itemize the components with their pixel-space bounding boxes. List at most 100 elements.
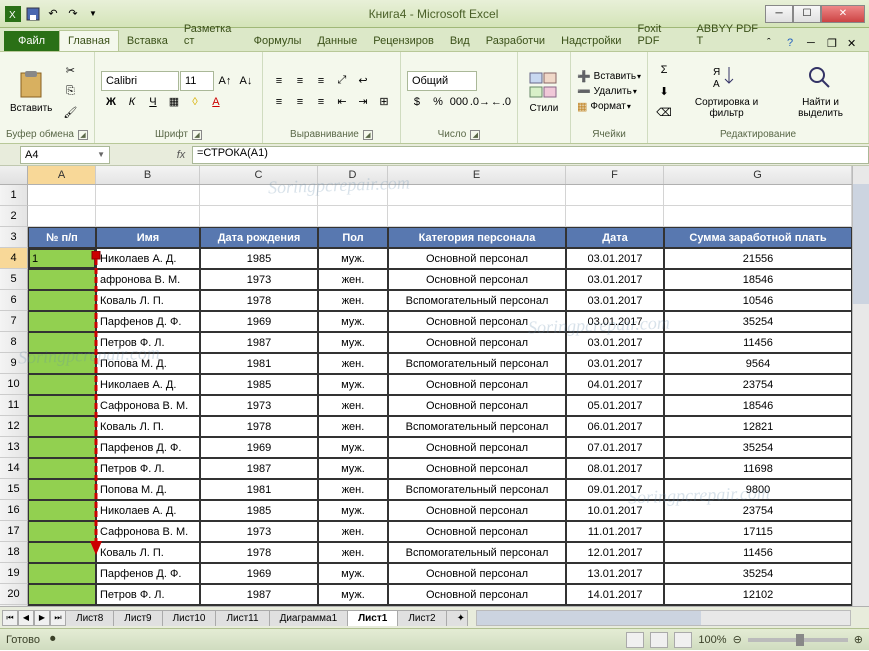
cell[interactable]: Основной персонал: [388, 500, 566, 521]
shrink-font-icon[interactable]: A↓: [236, 71, 256, 91]
cell[interactable]: [318, 185, 388, 206]
cell[interactable]: [28, 416, 96, 437]
cell[interactable]: [200, 206, 318, 227]
font-color-icon[interactable]: A: [206, 92, 226, 112]
currency-icon[interactable]: $: [407, 92, 427, 112]
workbook-minimize-icon[interactable]: ─: [807, 37, 821, 51]
cell[interactable]: [28, 332, 96, 353]
cell[interactable]: 03.01.2017: [566, 248, 664, 269]
sheet-tab[interactable]: Лист2: [397, 610, 446, 626]
cell[interactable]: афронова В. М.: [96, 269, 200, 290]
number-launcher[interactable]: ◢: [470, 130, 480, 140]
cell[interactable]: Основной персонал: [388, 248, 566, 269]
sheet-nav-next[interactable]: ▶: [34, 610, 50, 626]
cell[interactable]: 23754: [664, 500, 852, 521]
row-header[interactable]: 17: [0, 521, 28, 542]
cell[interactable]: Сафронова В. М.: [96, 395, 200, 416]
cell[interactable]: [28, 353, 96, 374]
cell[interactable]: 1973: [200, 395, 318, 416]
cell[interactable]: 1981: [200, 605, 318, 606]
cell[interactable]: 18546: [664, 269, 852, 290]
cell[interactable]: Вспомогательный персонал: [388, 290, 566, 311]
cell[interactable]: № п/п: [28, 227, 96, 248]
cell[interactable]: Попова М. Д.: [96, 605, 200, 606]
format-painter-icon[interactable]: 🖌: [60, 102, 80, 122]
vertical-scrollbar[interactable]: [852, 166, 869, 606]
undo-icon[interactable]: ↶: [44, 5, 62, 23]
styles-button[interactable]: Стили: [524, 67, 564, 116]
row-header[interactable]: 4: [0, 248, 28, 269]
cell[interactable]: Основной персонал: [388, 458, 566, 479]
copy-icon[interactable]: ⎘: [60, 81, 80, 101]
cell[interactable]: Основной персонал: [388, 374, 566, 395]
font-name-combo[interactable]: Calibri: [101, 71, 179, 91]
cell[interactable]: [566, 206, 664, 227]
cell[interactable]: 10.01.2017: [566, 500, 664, 521]
cell[interactable]: 09.01.2017: [566, 479, 664, 500]
row-header[interactable]: 2: [0, 206, 28, 227]
fill-icon[interactable]: ⬇: [654, 81, 674, 101]
border-icon[interactable]: ▦: [164, 92, 184, 112]
row-header[interactable]: 1: [0, 185, 28, 206]
cell[interactable]: 1981: [200, 353, 318, 374]
cell[interactable]: 18546: [664, 395, 852, 416]
cell[interactable]: [28, 542, 96, 563]
grow-font-icon[interactable]: A↑: [215, 71, 235, 91]
cell[interactable]: 9564: [664, 353, 852, 374]
align-center-icon[interactable]: ≡: [290, 92, 310, 112]
close-button[interactable]: ✕: [821, 5, 865, 23]
cell[interactable]: [28, 290, 96, 311]
cell[interactable]: 11.01.2017: [566, 521, 664, 542]
cell[interactable]: 08.01.2017: [566, 458, 664, 479]
cell[interactable]: Парфенов Д. Ф.: [96, 437, 200, 458]
cell[interactable]: 05.01.2017: [566, 395, 664, 416]
cell[interactable]: 35254: [664, 437, 852, 458]
cell[interactable]: Парфенов Д. Ф.: [96, 311, 200, 332]
cell[interactable]: [664, 206, 852, 227]
increase-indent-icon[interactable]: ⇥: [353, 92, 373, 112]
cell[interactable]: Николаев А. Д.: [96, 248, 200, 269]
cell[interactable]: 1969: [200, 311, 318, 332]
cell[interactable]: Сафронова В. М.: [96, 521, 200, 542]
horizontal-scrollbar[interactable]: [476, 610, 851, 626]
sheet-nav-last[interactable]: ⏭: [50, 610, 66, 626]
cell[interactable]: жен.: [318, 395, 388, 416]
row-header[interactable]: 13: [0, 437, 28, 458]
cell[interactable]: Основной персонал: [388, 311, 566, 332]
cell[interactable]: [28, 500, 96, 521]
row-header[interactable]: 14: [0, 458, 28, 479]
cell[interactable]: муж.: [318, 248, 388, 269]
clear-icon[interactable]: ⌫: [654, 102, 674, 122]
cell[interactable]: [318, 206, 388, 227]
row-header[interactable]: 15: [0, 479, 28, 500]
view-pagelayout-icon[interactable]: [650, 632, 668, 648]
row-header[interactable]: 12: [0, 416, 28, 437]
cell[interactable]: [566, 185, 664, 206]
fill-color-icon[interactable]: ◊: [185, 92, 205, 112]
cell[interactable]: Основной персонал: [388, 437, 566, 458]
cell[interactable]: [28, 479, 96, 500]
cell[interactable]: муж.: [318, 458, 388, 479]
cell[interactable]: Основной персонал: [388, 332, 566, 353]
underline-icon[interactable]: Ч: [143, 92, 163, 112]
percent-icon[interactable]: %: [428, 92, 448, 112]
cell[interactable]: [388, 206, 566, 227]
maximize-button[interactable]: ☐: [793, 5, 821, 23]
merge-icon[interactable]: ⊞: [374, 92, 394, 112]
new-sheet-button[interactable]: ✦: [446, 610, 468, 626]
row-header[interactable]: 16: [0, 500, 28, 521]
cell[interactable]: 9800: [664, 479, 852, 500]
workbook-close-icon[interactable]: ✕: [847, 37, 861, 51]
cell[interactable]: [28, 521, 96, 542]
cell[interactable]: Основной персонал: [388, 563, 566, 584]
font-size-combo[interactable]: 11: [180, 71, 214, 91]
cell[interactable]: Петров Ф. Л.: [96, 458, 200, 479]
redo-icon[interactable]: ↷: [64, 5, 82, 23]
row-header[interactable]: 9: [0, 353, 28, 374]
cell[interactable]: [664, 185, 852, 206]
row-header[interactable]: 8: [0, 332, 28, 353]
cell[interactable]: 11456: [664, 332, 852, 353]
cell[interactable]: Основной персонал: [388, 269, 566, 290]
cell[interactable]: 04.01.2017: [566, 374, 664, 395]
cell[interactable]: муж.: [318, 584, 388, 605]
